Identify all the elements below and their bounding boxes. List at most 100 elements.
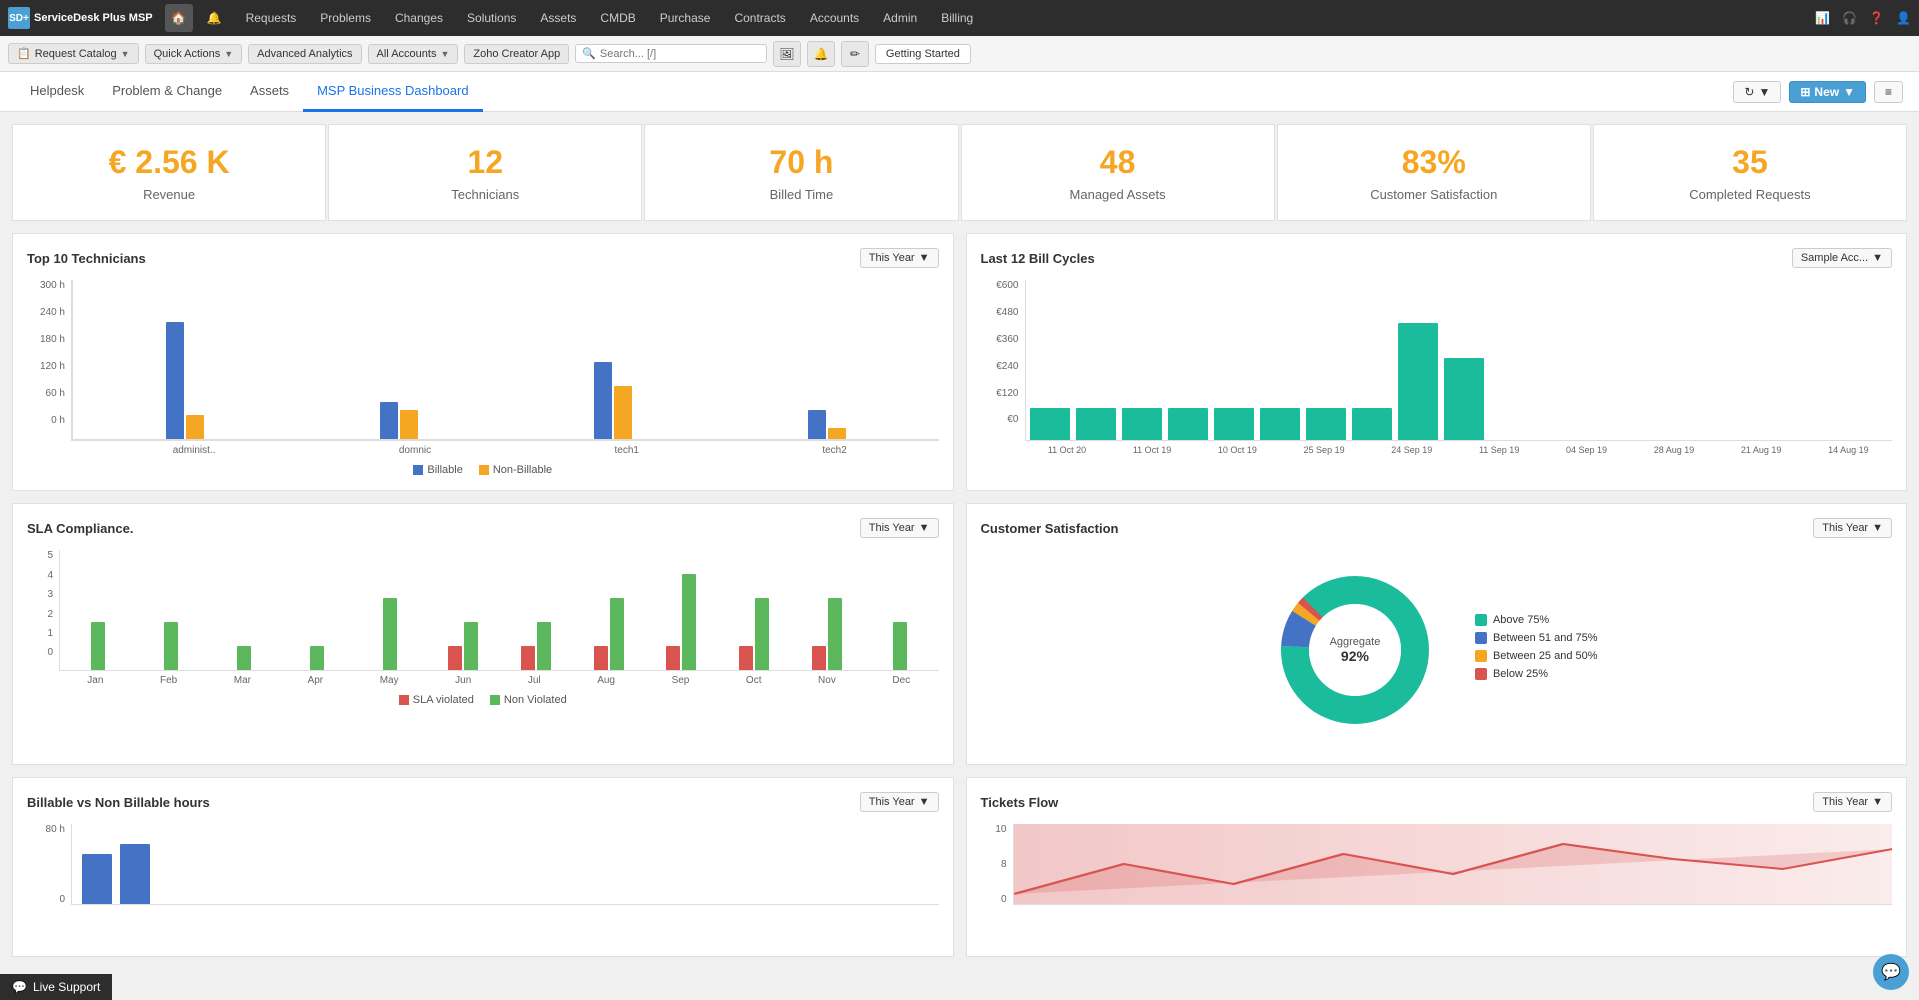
csat-filter[interactable]: This Year ▼ <box>1813 518 1892 538</box>
tab-helpdesk[interactable]: Helpdesk <box>16 72 98 112</box>
zoho-creator-label: Zoho Creator App <box>473 48 560 60</box>
bar-domnic-nonbillable <box>400 410 418 439</box>
menu-button[interactable]: ≡ <box>1874 81 1903 103</box>
screenshot-button[interactable]: 🖼 <box>773 41 801 67</box>
top-navigation: SD+ ServiceDesk Plus MSP 🏠 🔔 Requests Pr… <box>0 0 1919 36</box>
edit-button[interactable]: ✏ <box>841 41 869 67</box>
getting-started-button[interactable]: Getting Started <box>875 44 971 64</box>
sla-oct-nv <box>755 598 769 670</box>
sla-x-axis: JanFebMarApr MayJunJulAug SepOctNovDec <box>59 675 939 686</box>
bar-admin-billable <box>166 322 184 439</box>
nav-contracts[interactable]: Contracts <box>724 0 795 36</box>
last12-bill-cycles-card: Last 12 Bill Cycles Sample Acc... ▼ €600… <box>966 233 1908 491</box>
top10-title: Top 10 Technicians <box>27 251 146 266</box>
app-logo: SD+ ServiceDesk Plus MSP <box>8 7 153 29</box>
tab-problem-change[interactable]: Problem & Change <box>98 72 236 112</box>
bar-aug21 <box>1398 323 1438 440</box>
bnb-filter[interactable]: This Year ▼ <box>860 792 939 812</box>
nav-billing[interactable]: Billing <box>931 0 983 36</box>
sla-jun-v <box>448 646 462 670</box>
nonbillable-dot <box>479 465 489 475</box>
tab-bar-actions: ↻ ▼ ⊞ New ▼ ≡ <box>1733 81 1903 103</box>
last12-filter[interactable]: Sample Acc... ▼ <box>1792 248 1892 268</box>
sla-bars-wrapper <box>59 550 939 671</box>
bar-group-tech2 <box>735 410 919 439</box>
tf-line <box>1014 844 1893 894</box>
sla-jan <box>64 622 133 670</box>
sla-feb <box>137 622 206 670</box>
donut-container: Aggregate 92% Above 75% Between 51 and 7… <box>981 550 1893 750</box>
tf-chevron: ▼ <box>1872 796 1883 808</box>
quick-actions-button[interactable]: Quick Actions ▼ <box>145 44 243 64</box>
legend-25-50: Between 25 and 50% <box>1475 650 1598 662</box>
live-support-button[interactable]: 💬 Live Support <box>0 974 112 1000</box>
tf-header: Tickets Flow This Year ▼ <box>981 792 1893 812</box>
stat-revenue-label: Revenue <box>29 187 309 202</box>
legend-above75-color <box>1475 614 1487 626</box>
headset-icon[interactable]: 🎧 <box>1842 11 1857 25</box>
stat-csat-label: Customer Satisfaction <box>1294 187 1574 202</box>
sla-filter[interactable]: This Year ▼ <box>860 518 939 538</box>
request-catalog-button[interactable]: 📋 Request Catalog ▼ <box>8 43 139 64</box>
nav-changes[interactable]: Changes <box>385 0 453 36</box>
sla-violated-dot <box>399 695 409 705</box>
stat-revenue: € 2.56 K Revenue <box>12 124 326 221</box>
legend-below25-color <box>1475 668 1487 680</box>
sla-nov-v <box>812 646 826 670</box>
stat-customer-satisfaction: 83% Customer Satisfaction <box>1277 124 1591 221</box>
refresh-button[interactable]: ↻ ▼ <box>1733 81 1781 103</box>
chat-button[interactable]: 💬 <box>1873 954 1909 990</box>
bnb-header: Billable vs Non Billable hours This Year… <box>27 792 939 812</box>
billable-dot <box>413 465 423 475</box>
tab-assets[interactable]: Assets <box>236 72 303 112</box>
user-icon[interactable]: 👤 <box>1896 11 1911 25</box>
top10-technicians-card: Top 10 Technicians This Year ▼ 300 h 240… <box>12 233 954 491</box>
sla-oct-v <box>739 646 753 670</box>
nav-admin[interactable]: Admin <box>873 0 927 36</box>
nav-problems[interactable]: Problems <box>310 0 381 36</box>
bar-aug14 <box>1444 358 1484 440</box>
bnb-bars-wrapper <box>71 824 939 905</box>
sla-jul-v <box>521 646 535 670</box>
sla-sep <box>647 574 716 670</box>
stats-row: € 2.56 K Revenue 12 Technicians 70 h Bil… <box>12 124 1907 221</box>
tf-y-axis: 10 8 0 <box>981 824 1011 905</box>
tf-filter[interactable]: This Year ▼ <box>1813 792 1892 812</box>
billable-nonbillable-card: Billable vs Non Billable hours This Year… <box>12 777 954 957</box>
search-input[interactable] <box>600 48 760 60</box>
live-support-icon: 💬 <box>12 980 27 994</box>
sla-oct <box>720 598 789 670</box>
stat-csat-value: 83% <box>1294 143 1574 181</box>
bar-admin-nonbillable <box>186 415 204 439</box>
nav-solutions[interactable]: Solutions <box>457 0 526 36</box>
main-content: € 2.56 K Revenue 12 Technicians 70 h Bil… <box>0 112 1919 969</box>
nav-bell[interactable]: 🔔 <box>197 0 232 36</box>
sla-header: SLA Compliance. This Year ▼ <box>27 518 939 538</box>
new-button[interactable]: ⊞ New ▼ <box>1789 81 1866 103</box>
nav-cmdb[interactable]: CMDB <box>590 0 645 36</box>
nav-accounts[interactable]: Accounts <box>800 0 869 36</box>
x-axis-bill-labels: 11 Oct 20 11 Oct 19 10 Oct 19 25 Sep 19 … <box>1025 445 1893 455</box>
chart-icon[interactable]: 📊 <box>1815 11 1830 25</box>
bar-tech1-billable <box>594 362 612 439</box>
new-icon: ⊞ <box>1800 85 1810 99</box>
zoho-creator-button[interactable]: Zoho Creator App <box>464 44 569 64</box>
notification-button[interactable]: 🔔 <box>807 41 835 67</box>
bnb-bar2 <box>120 844 150 904</box>
nav-assets[interactable]: Assets <box>530 0 586 36</box>
stat-tech-label: Technicians <box>345 187 625 202</box>
technician-bars <box>72 280 939 440</box>
all-accounts-button[interactable]: All Accounts ▼ <box>368 44 459 64</box>
legend-51-75-color <box>1475 632 1487 644</box>
help-icon[interactable]: ❓ <box>1869 11 1884 25</box>
top10-filter[interactable]: This Year ▼ <box>860 248 939 268</box>
bnb-y-axis: 80 h 0 <box>27 824 69 905</box>
bar-sep25 <box>1168 408 1208 440</box>
nav-requests[interactable]: Requests <box>236 0 307 36</box>
home-button[interactable]: 🏠 <box>165 4 193 32</box>
bar-tech1-nonbillable <box>614 386 632 439</box>
tab-msp-dashboard[interactable]: MSP Business Dashboard <box>303 72 483 112</box>
donut-center: Aggregate 92% <box>1330 636 1381 664</box>
nav-purchase[interactable]: Purchase <box>650 0 721 36</box>
advanced-analytics-button[interactable]: Advanced Analytics <box>248 44 361 64</box>
